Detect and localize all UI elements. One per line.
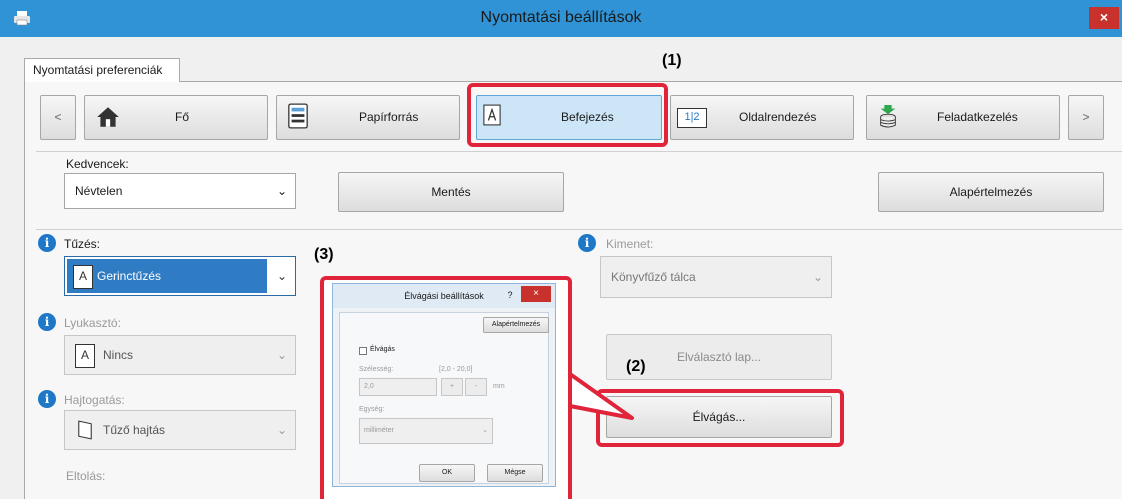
chevron-down-icon: ⌄ [812, 270, 823, 284]
trim-dialog-help-button[interactable]: ? [503, 288, 517, 302]
nav-item-job-handling[interactable]: Feladatkezelés [866, 95, 1060, 140]
width-minus-button[interactable]: - [465, 378, 487, 396]
trim-dialog-close-button[interactable]: × [521, 286, 551, 302]
chevron-down-icon: ⌄ [276, 184, 287, 198]
fold-icon [78, 420, 92, 440]
stapling-value: Gerinctűzés [97, 269, 162, 283]
defaults-button[interactable]: Alapértelmezés [878, 172, 1104, 212]
stapling-select[interactable]: A Gerinctűzés ⌄ [64, 256, 296, 296]
stapling-label: Tűzés: [64, 237, 101, 251]
width-label: Szélesség: [359, 366, 394, 373]
nav-item-paper-source-label: Papírforrás [359, 110, 419, 124]
stapling-info-icon[interactable]: i [38, 234, 56, 252]
unit-label: Egység: [359, 406, 385, 413]
window-title: Nyomtatási beállítások [480, 9, 642, 26]
callout-1-box [467, 83, 668, 147]
chevron-down-icon: ⌄ [482, 427, 488, 434]
fold-value: Tűző hajtás [103, 423, 166, 437]
fold-label: Hajtogatás: [64, 393, 125, 407]
width-unit: mm [493, 383, 505, 390]
punch-info-icon[interactable]: i [38, 313, 56, 331]
punch-icon: A [75, 344, 95, 368]
trim-checkbox[interactable] [359, 347, 367, 355]
nav-prev-button[interactable]: < [40, 95, 76, 140]
paper-tray-icon [288, 103, 308, 129]
output-select[interactable]: Könyvfűző tálca ⌄ [600, 256, 832, 298]
output-value: Könyvfűző tálca [611, 270, 696, 284]
width-plus-button[interactable]: + [441, 378, 463, 396]
trim-checkbox-label: Élvágás [370, 346, 395, 353]
punch-value: Nincs [103, 348, 134, 362]
chevron-down-icon: ⌄ [276, 269, 287, 283]
nav-item-layout-label: Oldalrendezés [739, 110, 817, 124]
trim-cancel-button[interactable]: Mégse [487, 464, 543, 482]
trim-dialog-defaults-button[interactable]: Alapértelmezés [483, 317, 549, 333]
favorites-value: Névtelen [75, 184, 123, 198]
trim-ok-button[interactable]: OK [419, 464, 475, 482]
job-stack-icon [880, 105, 896, 128]
callout-1-label: (1) [662, 52, 682, 69]
nav-item-job-handling-label: Feladatkezelés [937, 110, 1018, 124]
fold-info-icon[interactable]: i [38, 390, 56, 408]
trim-dialog-body [339, 312, 549, 484]
punch-select[interactable]: A Nincs ⌄ [64, 335, 296, 375]
pages-icon: 1|2 [677, 108, 707, 128]
separator-top [36, 151, 1122, 152]
staple-icon: A [73, 265, 93, 289]
tab-preferences[interactable]: Nyomtatási preferenciák [24, 58, 180, 82]
chevron-down-icon: ⌄ [276, 348, 287, 362]
punch-label: Lyukasztó: [64, 316, 121, 330]
unit-value: milliméter [364, 427, 394, 434]
close-button[interactable]: × [1089, 7, 1119, 29]
output-label: Kimenet: [606, 237, 654, 251]
callout-3-label: (3) [314, 246, 334, 263]
nav-item-paper-source[interactable]: Papírforrás [276, 95, 460, 140]
chevron-down-icon: ⌄ [276, 423, 287, 437]
fold-select[interactable]: Tűző hajtás ⌄ [64, 410, 296, 450]
nav-item-main-label: Fő [175, 110, 190, 124]
nav-item-layout[interactable]: 1|2 Oldalrendezés [670, 95, 854, 140]
trim-settings-dialog: Élvágási beállítások ? × Alapértelmezés … [332, 283, 556, 487]
width-input[interactable]: 2,0 [359, 378, 437, 396]
separator-middle [36, 229, 1122, 230]
favorites-select[interactable]: Névtelen ⌄ [64, 173, 296, 209]
save-button[interactable]: Mentés [338, 172, 564, 212]
nav-next-button[interactable]: > [1068, 95, 1104, 140]
width-range: [2,0 - 20,0] [439, 366, 473, 373]
favorites-label: Kedvencek: [66, 157, 129, 171]
unit-select[interactable]: milliméter ⌄ [359, 418, 493, 444]
output-info-icon[interactable]: i [578, 234, 596, 252]
offset-label: Eltolás: [66, 469, 106, 483]
home-icon [97, 107, 119, 127]
nav-item-main[interactable]: Fő [84, 95, 268, 140]
